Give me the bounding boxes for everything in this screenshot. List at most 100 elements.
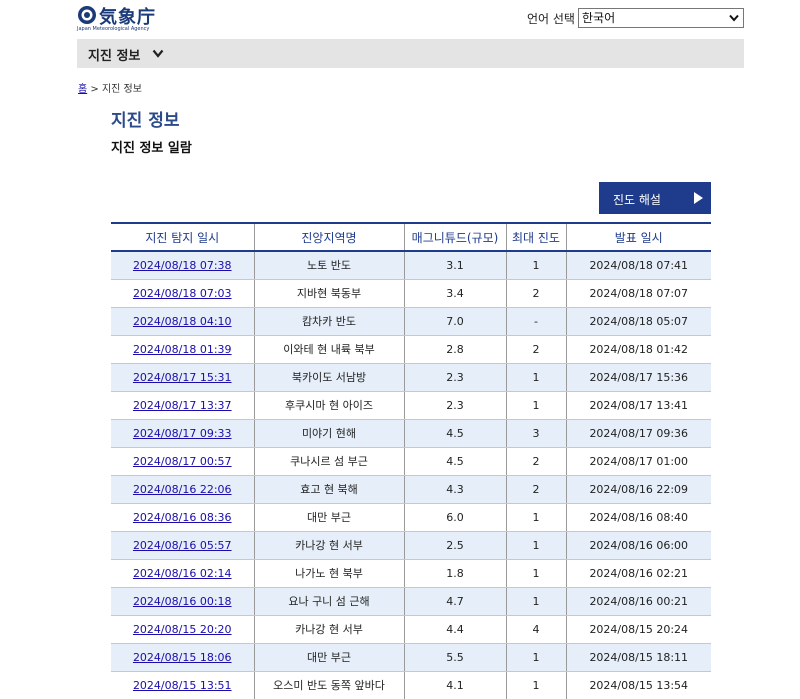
jma-logo[interactable]: 気象庁 Japan Meteorological Agency — [77, 3, 167, 33]
cell-max-intensity: 2 — [505, 335, 566, 364]
breadcrumb: 홈 > 지진 정보 — [78, 80, 142, 95]
cell-epicenter-region: 대만 부근 — [253, 643, 404, 672]
cell-announced-time: 2024/08/16 02:21 — [565, 559, 711, 588]
cell-max-intensity: 1 — [505, 363, 566, 392]
cell-max-intensity: 1 — [505, 587, 566, 616]
detected-time-link[interactable]: 2024/08/17 13:37 — [133, 399, 232, 412]
cell-epicenter-region: 나가노 현 북부 — [253, 559, 404, 588]
cell-epicenter-region: 대만 부근 — [253, 503, 404, 532]
detected-time-link[interactable]: 2024/08/16 05:57 — [133, 539, 232, 552]
table-row: 2024/08/16 05:57 카나강 현 서부 2.5 1 2024/08/16 0… — [111, 531, 711, 560]
cell-epicenter-region: 후쿠시마 현 아이즈 — [253, 391, 404, 420]
language-label: 언어 선택 — [527, 12, 575, 26]
breadcrumb-separator: > — [90, 84, 99, 95]
cell-magnitude: 6.0 — [403, 503, 506, 532]
table-row: 2024/08/16 02:14 나가노 현 북부 1.8 1 2024/08/16 0… — [111, 559, 711, 588]
language-select[interactable]: 한국어 — [578, 8, 744, 28]
earthquake-table: 지진 탐지 일시 진앙지역명 매그니튜드(규모) 최대 진도 발표 일시 202… — [111, 222, 711, 699]
cell-max-intensity: 4 — [505, 615, 566, 644]
cell-announced-time: 2024/08/17 09:36 — [565, 419, 711, 448]
cell-max-intensity: 1 — [505, 391, 566, 420]
nav-menu-label: 지진 정보 — [88, 49, 141, 64]
table-row: 2024/08/16 00:18 요나 구니 섬 근해 4.7 1 2024/08/16… — [111, 587, 711, 616]
cell-announced-time: 2024/08/16 22:09 — [565, 475, 711, 504]
table-row: 2024/08/18 01:39 이와테 현 내륙 북부 2.8 2 2024/08/1… — [111, 335, 711, 364]
cell-magnitude: 4.4 — [403, 615, 506, 644]
header-magnitude: 매그니튜드(규모) — [403, 222, 506, 252]
cell-announced-time: 2024/08/17 15:36 — [565, 363, 711, 392]
cell-announced-time: 2024/08/15 18:11 — [565, 643, 711, 672]
table-row: 2024/08/15 20:20 카나강 현 서부 4.4 4 2024/08/15 2… — [111, 615, 711, 644]
cell-detected-time: 2024/08/17 15:31 — [111, 363, 254, 392]
detected-time-link[interactable]: 2024/08/18 07:03 — [133, 287, 232, 300]
cell-epicenter-region: 이와테 현 내륙 북부 — [253, 335, 404, 364]
cell-announced-time: 2024/08/17 13:41 — [565, 391, 711, 420]
table-row: 2024/08/17 00:57 쿠나시르 섬 부근 4.5 2 2024/08/17 … — [111, 447, 711, 476]
table-row: 2024/08/15 13:51 오스미 반도 동쪽 앞바다 4.1 1 2024/08… — [111, 671, 711, 699]
cell-detected-time: 2024/08/17 09:33 — [111, 419, 254, 448]
cell-max-intensity: 3 — [505, 419, 566, 448]
cell-epicenter-region: 요나 구니 섬 근해 — [253, 587, 404, 616]
cell-announced-time: 2024/08/15 20:24 — [565, 615, 711, 644]
cell-epicenter-region: 효고 현 북해 — [253, 475, 404, 504]
cell-magnitude: 2.8 — [403, 335, 506, 364]
cell-max-intensity: 1 — [505, 559, 566, 588]
logo-subtitle: Japan Meteorological Agency — [77, 26, 150, 32]
page-title: 지진 정보 — [111, 111, 180, 131]
cell-max-intensity: 2 — [505, 279, 566, 308]
table-row: 2024/08/18 04:10 캄차카 반도 7.0-2024/08/18 05:… — [111, 307, 711, 336]
cell-detected-time: 2024/08/18 01:39 — [111, 335, 254, 364]
cell-magnitude: 5.5 — [403, 643, 506, 672]
cell-epicenter-region: 지바현 북동부 — [253, 279, 404, 308]
intensity-explanation-label: 진도 해설 — [613, 193, 661, 207]
cell-announced-time: 2024/08/16 00:21 — [565, 587, 711, 616]
cell-epicenter-region: 쿠나시르 섬 부근 — [253, 447, 404, 476]
detected-time-link[interactable]: 2024/08/18 04:10 — [133, 315, 232, 328]
language-selected-value: 한국어 — [582, 11, 616, 25]
intensity-explanation-button[interactable]: 진도 해설 — [599, 182, 711, 214]
table-row: 2024/08/18 07:03 지바현 북동부 3.4 2 2024/08/18 07… — [111, 279, 711, 308]
cell-magnitude: 3.1 — [403, 251, 506, 280]
cell-epicenter-region: 오스미 반도 동쪽 앞바다 — [253, 671, 404, 699]
cell-magnitude: 2.3 — [403, 363, 506, 392]
detected-time-link[interactable]: 2024/08/17 00:57 — [133, 455, 232, 468]
header-max-intensity: 최대 진도 — [505, 222, 566, 252]
detected-time-link[interactable]: 2024/08/16 08:36 — [133, 511, 232, 524]
detected-time-link[interactable]: 2024/08/15 13:51 — [133, 679, 232, 692]
cell-detected-time: 2024/08/17 00:57 — [111, 447, 254, 476]
cell-announced-time: 2024/08/16 08:40 — [565, 503, 711, 532]
table-row: 2024/08/17 15:31 북카이도 서남방 2.3 1 2024/08/17 1… — [111, 363, 711, 392]
detected-time-link[interactable]: 2024/08/16 22:06 — [133, 483, 232, 496]
cell-max-intensity: 2 — [505, 447, 566, 476]
header-detected-time: 지진 탐지 일시 — [111, 222, 254, 252]
detected-time-link[interactable]: 2024/08/17 09:33 — [133, 427, 232, 440]
cell-detected-time: 2024/08/15 20:20 — [111, 615, 254, 644]
detected-time-link[interactable]: 2024/08/18 07:38 — [133, 259, 232, 272]
cell-detected-time: 2024/08/17 13:37 — [111, 391, 254, 420]
cell-announced-time: 2024/08/18 07:41 — [565, 251, 711, 280]
breadcrumb-home-link[interactable]: 홈 — [78, 84, 87, 95]
cell-magnitude: 7.0 — [403, 307, 506, 336]
cell-magnitude: 3.4 — [403, 279, 506, 308]
header-epicenter-region: 진앙지역명 — [253, 222, 404, 252]
detected-time-link[interactable]: 2024/08/18 01:39 — [133, 343, 232, 356]
cell-magnitude: 1.8 — [403, 559, 506, 588]
arrow-right-icon — [694, 192, 703, 204]
detected-time-link[interactable]: 2024/08/15 20:20 — [133, 623, 232, 636]
detected-time-link[interactable]: 2024/08/16 00:18 — [133, 595, 232, 608]
cell-announced-time: 2024/08/18 05:07 — [565, 307, 711, 336]
table-header-row: 지진 탐지 일시 진앙지역명 매그니튜드(규모) 최대 진도 발표 일시 — [111, 222, 711, 252]
detected-time-link[interactable]: 2024/08/17 15:31 — [133, 371, 232, 384]
cell-epicenter-region: 북카이도 서남방 — [253, 363, 404, 392]
cell-magnitude: 4.3 — [403, 475, 506, 504]
detected-time-link[interactable]: 2024/08/15 18:06 — [133, 651, 232, 664]
cell-magnitude: 2.3 — [403, 391, 506, 420]
table-row: 2024/08/17 13:37 후쿠시마 현 아이즈 2.3 1 2024/08/17… — [111, 391, 711, 420]
table-row: 2024/08/16 22:06 효고 현 북해 4.3 2 2024/08/16 22… — [111, 475, 711, 504]
detected-time-link[interactable]: 2024/08/16 02:14 — [133, 567, 232, 580]
cell-max-intensity: 1 — [505, 671, 566, 699]
cell-epicenter-region: 카나강 현 서부 — [253, 531, 404, 560]
cell-magnitude: 4.1 — [403, 671, 506, 699]
cell-announced-time: 2024/08/18 07:07 — [565, 279, 711, 308]
header-announced-time: 발표 일시 — [565, 222, 711, 252]
